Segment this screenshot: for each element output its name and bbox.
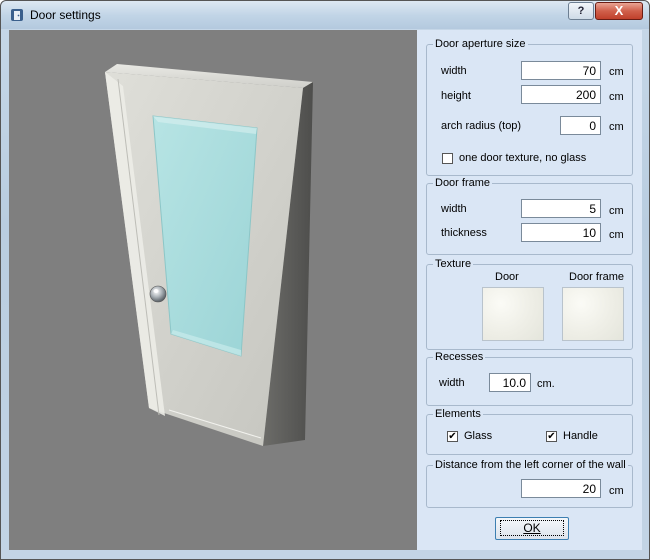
arch-radius-label: arch radius (top) <box>441 120 522 132</box>
frame-thickness-unit: cm <box>609 229 624 241</box>
no-glass-checkbox[interactable] <box>442 153 453 164</box>
aperture-width-label: width <box>441 65 467 77</box>
frame-thickness-input[interactable] <box>521 223 601 242</box>
door-model-render <box>105 64 313 446</box>
settings-panel: Door aperture size width cm height cm ar… <box>417 30 642 550</box>
door-texture-label: Door <box>495 271 519 283</box>
frame-thickness-label: thickness <box>441 227 487 239</box>
texture-legend: Texture <box>433 258 474 270</box>
aperture-width-unit: cm <box>609 66 624 78</box>
close-button[interactable]: X <box>595 2 643 20</box>
title-bar[interactable]: Door settings ? X <box>1 1 649 29</box>
recess-width-unit: cm. <box>537 378 555 390</box>
handle-label: Handle <box>563 430 598 442</box>
recesses-group: Recesses width cm. <box>426 351 633 406</box>
door-handle <box>149 285 167 303</box>
frame-texture-swatch[interactable] <box>562 287 624 341</box>
glass-label: Glass <box>464 430 493 442</box>
frame-width-label: width <box>441 203 467 215</box>
door-frame-group: Door frame width cm thickness cm <box>426 177 633 255</box>
handle-checkbox[interactable]: ✔ <box>546 431 557 442</box>
distance-input[interactable] <box>521 479 601 498</box>
door-settings-icon <box>11 9 23 21</box>
elements-group: Elements ✔ Glass ✔ Handle <box>426 408 633 455</box>
window-title: Door settings <box>30 8 101 22</box>
ok-button[interactable]: OK <box>495 517 569 540</box>
recesses-legend: Recesses <box>433 351 486 363</box>
frame-texture-label: Door frame <box>569 271 625 283</box>
distance-legend: Distance from the left corner of the wal… <box>433 459 628 471</box>
help-button[interactable]: ? <box>568 2 594 20</box>
door-settings-window: Door settings ? X Door aperture size wid… <box>0 0 650 560</box>
no-glass-label: one door texture, no glass <box>459 152 587 164</box>
arch-radius-input[interactable] <box>560 116 601 135</box>
aperture-legend: Door aperture size <box>433 38 528 50</box>
aperture-group: Door aperture size width cm height cm ar… <box>426 38 633 176</box>
door-3d-preview[interactable] <box>9 30 417 550</box>
glass-checkbox[interactable]: ✔ <box>447 431 458 442</box>
frame-width-input[interactable] <box>521 199 601 218</box>
recess-width-label: width <box>439 377 465 389</box>
ok-button-label: OK <box>500 520 564 536</box>
aperture-height-unit: cm <box>609 91 624 103</box>
aperture-width-input[interactable] <box>521 61 601 80</box>
elements-legend: Elements <box>433 408 483 420</box>
door-frame-legend: Door frame <box>433 177 493 189</box>
arch-radius-unit: cm <box>609 121 624 133</box>
frame-width-unit: cm <box>609 205 624 217</box>
aperture-height-label: height <box>441 90 471 102</box>
distance-unit: cm <box>609 485 624 497</box>
texture-group: Texture Door Door frame <box>426 258 633 350</box>
aperture-height-input[interactable] <box>521 85 601 104</box>
recess-width-input[interactable] <box>489 373 531 392</box>
door-texture-swatch[interactable] <box>482 287 544 341</box>
distance-group: Distance from the left corner of the wal… <box>426 459 633 508</box>
